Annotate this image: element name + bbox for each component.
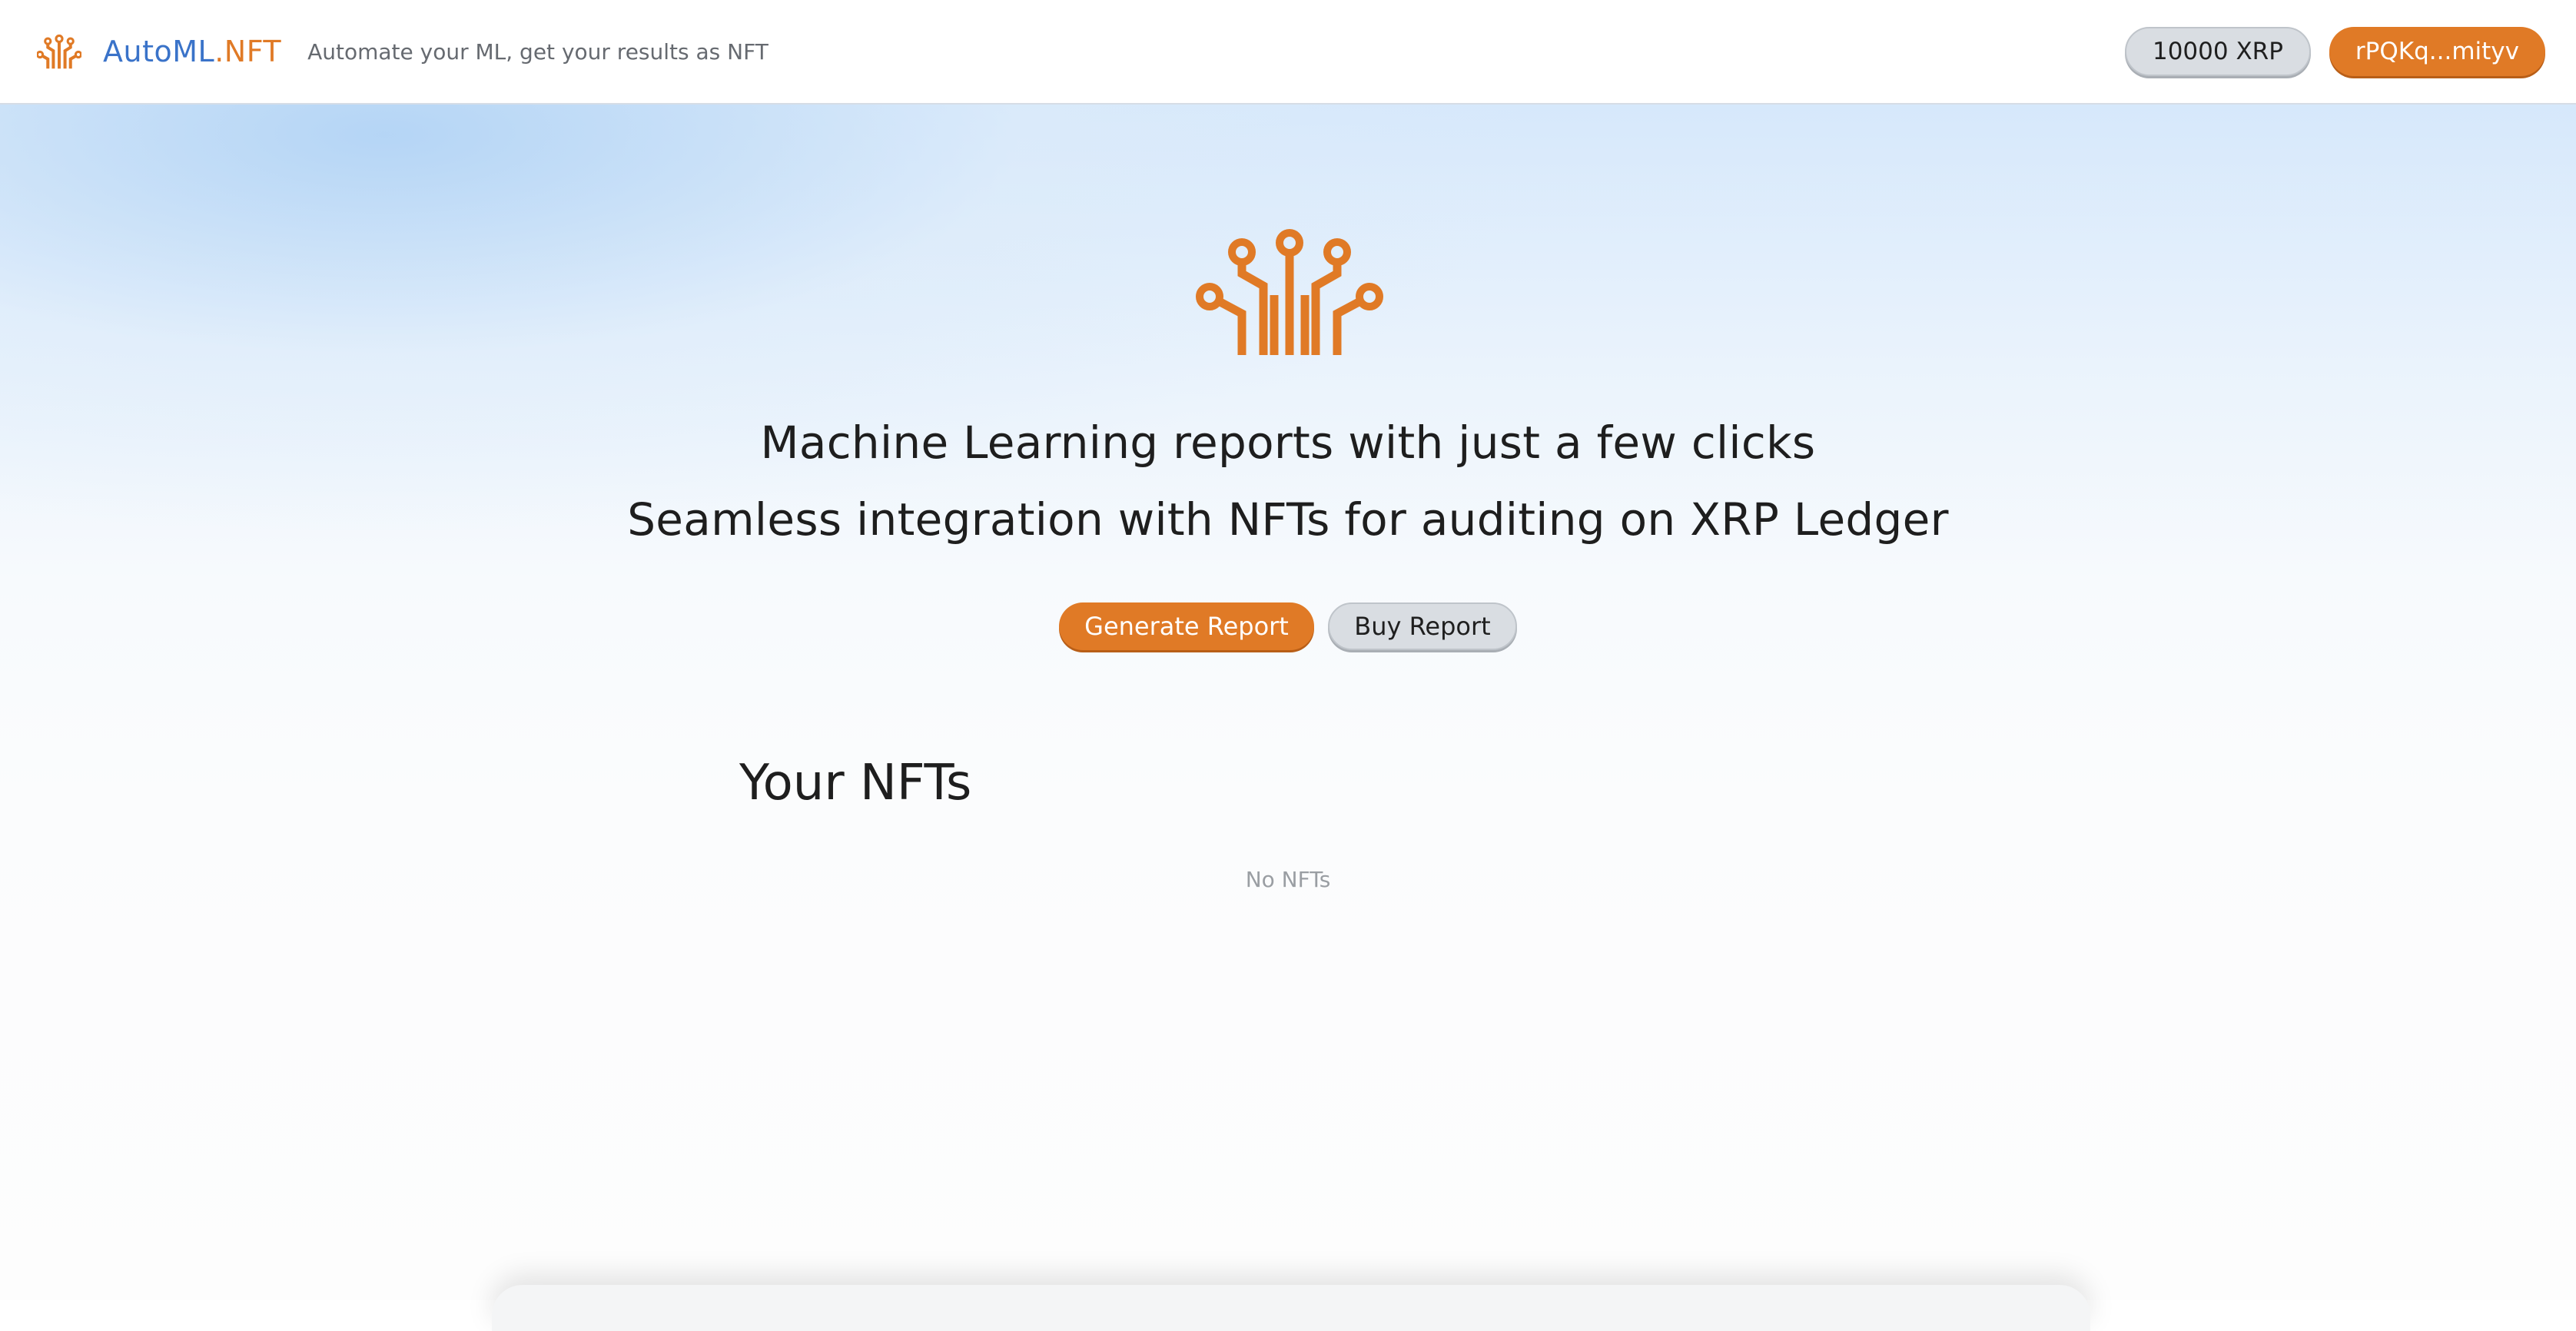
brand-name-part2: .NFT [214, 35, 282, 68]
brand-tagline: Automate your ML, get your results as NF… [307, 38, 768, 65]
circuit-tree-icon[interactable] [37, 34, 81, 69]
nfts-empty-state: No NFTs [1245, 867, 1331, 892]
buy-report-button[interactable]: Buy Report [1328, 602, 1517, 650]
hero-headline-1: Machine Learning reports with just a few… [760, 417, 1816, 469]
circuit-tree-icon [1190, 224, 1389, 363]
bottom-card [492, 1285, 2090, 1331]
generate-report-button[interactable]: Generate Report [1059, 602, 1314, 650]
hero-headline-2: Seamless integration with NFTs for audit… [627, 493, 1949, 546]
hero-actions: Generate Report Buy Report [0, 602, 2576, 650]
balance-button[interactable]: 10000 XRP [2124, 27, 2311, 76]
top-navbar: AutoML.NFT Automate your ML, get your re… [0, 0, 2576, 105]
brand-name[interactable]: AutoML.NFT [103, 35, 281, 68]
nav-actions: 10000 XRP rPQKq...mityv [2124, 27, 2545, 76]
nfts-section-title: Your NFTs [739, 755, 972, 812]
brand-name-part1: AutoML [103, 35, 215, 68]
account-button[interactable]: rPQKq...mityv [2329, 27, 2545, 76]
